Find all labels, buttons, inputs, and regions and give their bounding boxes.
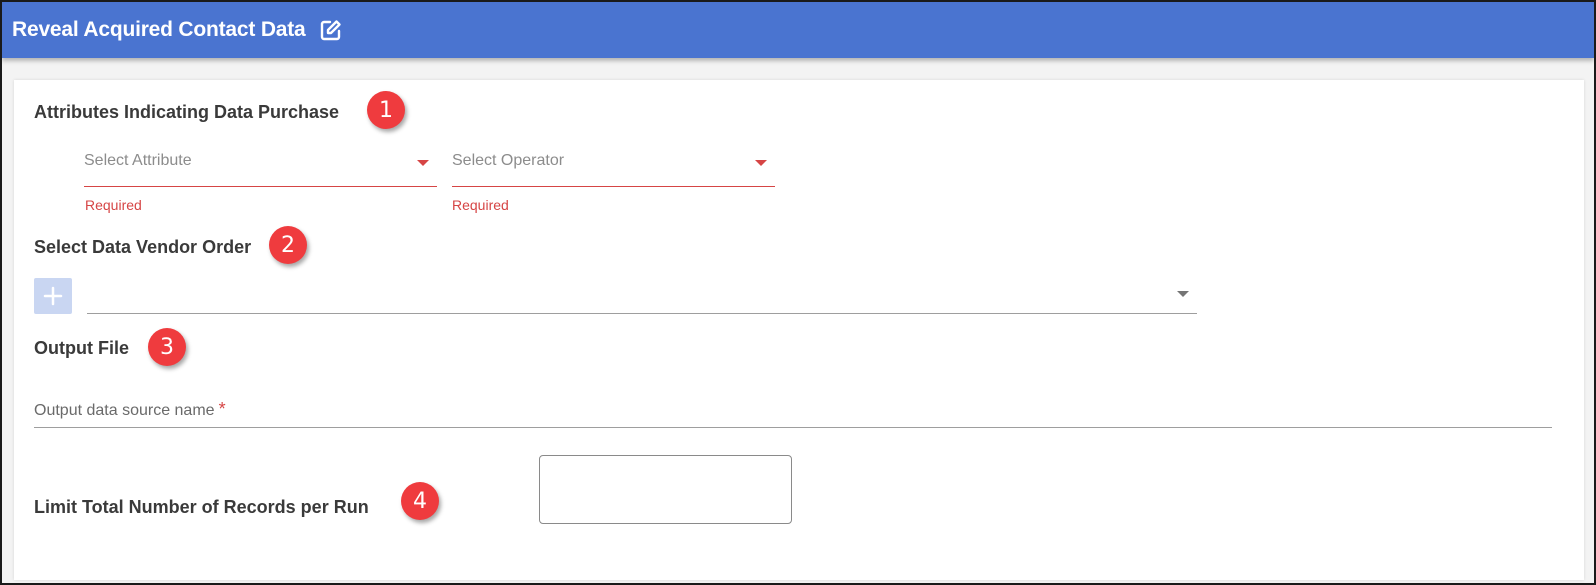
required-asterisk: * <box>218 399 226 419</box>
page-title: Reveal Acquired Contact Data <box>12 18 306 41</box>
attribute-select-placeholder: Select Attribute <box>84 152 192 169</box>
chevron-down-icon <box>1177 291 1189 297</box>
attribute-select[interactable]: Select Attribute <box>84 143 437 187</box>
form-card: Attributes Indicating Data Purchase 1 Se… <box>14 80 1584 580</box>
operator-select[interactable]: Select Operator <box>452 143 775 187</box>
limit-records-input[interactable] <box>539 455 792 524</box>
operator-required-error: Required <box>452 197 509 213</box>
operator-select-placeholder: Select Operator <box>452 152 565 169</box>
chevron-down-icon <box>755 160 767 166</box>
plus-icon <box>43 286 63 306</box>
chevron-down-icon <box>417 160 429 166</box>
app-window: Reveal Acquired Contact Data Attributes … <box>0 0 1596 585</box>
attributes-section-title: Attributes Indicating Data Purchase <box>34 102 340 122</box>
limit-section-title: Limit Total Number of Records per Run <box>34 497 369 517</box>
edit-icon[interactable] <box>318 17 344 43</box>
output-field-label-text: Output data source name <box>34 402 215 419</box>
vendor-section-title: Select Data Vendor Order <box>34 237 252 257</box>
output-data-source-name-field[interactable]: Output data source name * <box>34 390 1552 428</box>
add-vendor-order-button[interactable] <box>34 278 72 314</box>
step-badge-4: 4 <box>401 482 439 520</box>
output-section-title: Output File <box>34 338 129 358</box>
vendor-order-select[interactable] <box>87 276 1197 314</box>
attribute-required-error: Required <box>85 197 142 213</box>
page-header: Reveal Acquired Contact Data <box>2 2 1594 58</box>
step-badge-3: 3 <box>148 328 186 366</box>
step-badge-2: 2 <box>269 226 307 264</box>
output-data-source-name-label: Output data source name * <box>34 399 226 420</box>
step-badge-1: 1 <box>367 91 405 129</box>
